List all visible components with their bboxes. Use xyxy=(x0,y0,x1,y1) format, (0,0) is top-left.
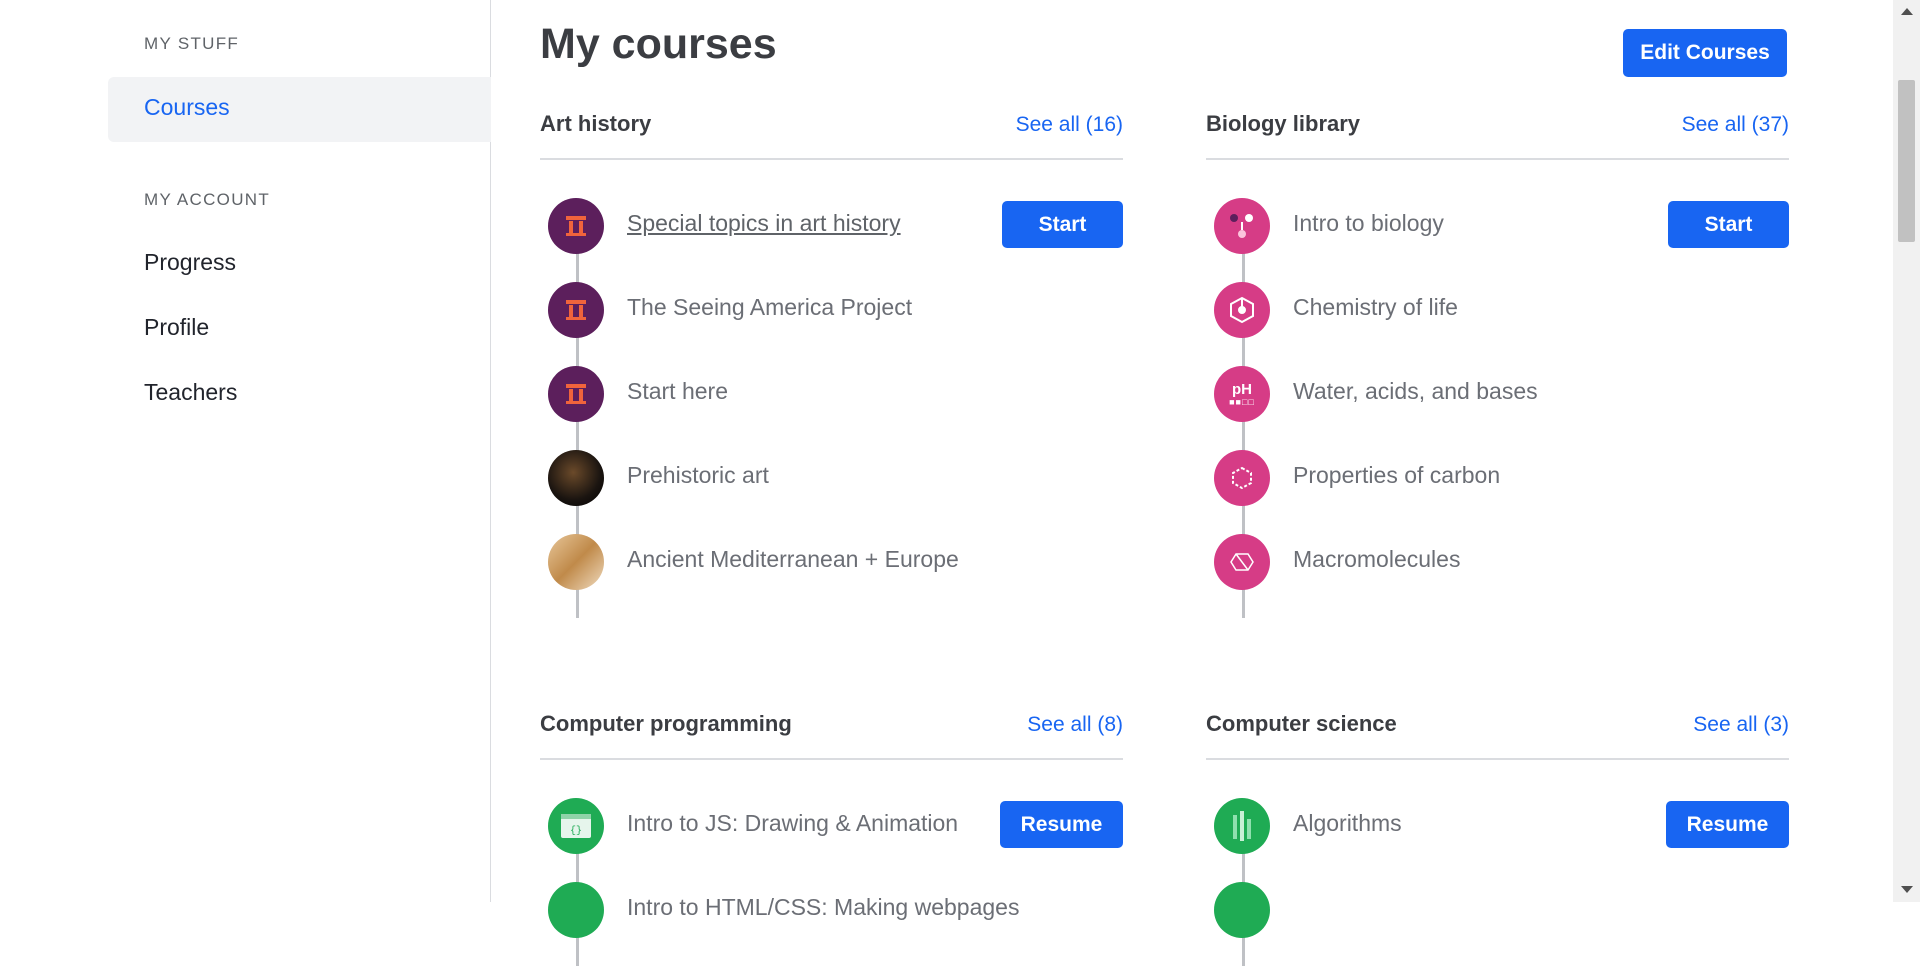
course-row: Macromolecules xyxy=(1206,534,1789,618)
main-content: My courses Edit Courses Art history See … xyxy=(540,0,1789,966)
sidebar: MY STUFF Courses MY ACCOUNT Progress Pro… xyxy=(0,0,491,902)
scrollbar-thumb[interactable] xyxy=(1898,80,1915,242)
course-row: Ancient Mediterranean + Europe xyxy=(540,534,1123,618)
see-all-link[interactable]: See all (8) xyxy=(1027,713,1123,737)
ph-icon: pH ■■□□ xyxy=(1214,366,1270,422)
molecule-icon xyxy=(1214,282,1270,338)
scroll-down-arrow-icon[interactable] xyxy=(1901,886,1913,893)
sidebar-item-teachers[interactable]: Teachers xyxy=(144,379,237,406)
course-link[interactable]: The Seeing America Project xyxy=(627,294,912,321)
course-row: Start here xyxy=(540,366,1123,450)
course-row: Intro to HTML/CSS: Making webpages xyxy=(540,882,1123,966)
course-row: Chemistry of life xyxy=(1206,282,1789,366)
see-all-link[interactable]: See all (16) xyxy=(1016,113,1123,137)
course-link[interactable]: Intro to JS: Drawing & Animation xyxy=(627,810,958,837)
sidebar-item-profile[interactable]: Profile xyxy=(144,314,209,341)
see-all-link[interactable]: See all (37) xyxy=(1682,113,1789,137)
panel-header: Computer programming See all (8) xyxy=(540,704,1123,760)
start-button[interactable]: Start xyxy=(1002,201,1123,248)
sidebar-item-courses[interactable]: Courses xyxy=(144,94,230,121)
course-row xyxy=(1206,882,1789,966)
course-link[interactable]: Algorithms xyxy=(1293,810,1402,837)
course-link[interactable]: Ancient Mediterranean + Europe xyxy=(627,546,959,573)
course-panel-computer-science: Computer science See all (3) Algorithms … xyxy=(1206,704,1789,966)
course-link[interactable]: Intro to HTML/CSS: Making webpages xyxy=(627,894,1019,921)
prehistoric-art-thumbnail xyxy=(548,450,604,506)
course-link[interactable]: Properties of carbon xyxy=(1293,462,1500,489)
carbon-ring-icon xyxy=(1214,450,1270,506)
section-label-my-account: MY ACCOUNT xyxy=(144,190,271,209)
course-row: Intro to biology Start xyxy=(1206,198,1789,308)
course-list: Special topics in art history Start The … xyxy=(540,198,1123,618)
course-row: {} Intro to JS: Drawing & Animation Resu… xyxy=(540,798,1123,908)
resume-button[interactable]: Resume xyxy=(1000,801,1123,848)
panel-header: Biology library See all (37) xyxy=(1206,104,1789,160)
pillar-icon xyxy=(548,366,604,422)
course-panel-art-history: Art history See all (16) Special topics … xyxy=(540,104,1123,618)
flower-icon xyxy=(1214,198,1270,254)
algorithm-bars-icon xyxy=(1214,798,1270,854)
course-link[interactable]: Special topics in art history xyxy=(627,210,901,237)
course-list: Algorithms Resume xyxy=(1206,798,1789,966)
course-panel-computer-programming: Computer programming See all (8) {} Intr… xyxy=(540,704,1123,966)
course-link[interactable]: Intro to biology xyxy=(1293,210,1444,237)
panel-title: Biology library xyxy=(1206,111,1361,136)
panel-title: Art history xyxy=(540,111,652,136)
ancient-art-thumbnail xyxy=(548,534,604,590)
start-button[interactable]: Start xyxy=(1668,201,1789,248)
course-link[interactable]: Prehistoric art xyxy=(627,462,769,489)
edit-courses-button[interactable]: Edit Courses xyxy=(1623,29,1787,77)
course-list: {} Intro to JS: Drawing & Animation Resu… xyxy=(540,798,1123,966)
course-row: Properties of carbon xyxy=(1206,450,1789,534)
course-link[interactable]: Chemistry of life xyxy=(1293,294,1458,321)
see-all-link[interactable]: See all (3) xyxy=(1693,713,1789,737)
vertical-scrollbar[interactable] xyxy=(1893,0,1920,902)
code-window-icon xyxy=(548,882,604,938)
course-list: Intro to biology Start Chemistry of life… xyxy=(1206,198,1789,618)
cs-icon xyxy=(1214,882,1270,938)
course-row: Prehistoric art xyxy=(540,450,1123,534)
panel-title: Computer science xyxy=(1206,711,1397,736)
pillar-icon xyxy=(548,198,604,254)
section-label-my-stuff: MY STUFF xyxy=(144,34,240,53)
macromolecule-icon xyxy=(1214,534,1270,590)
code-window-icon: {} xyxy=(548,798,604,854)
panel-header: Computer science See all (3) xyxy=(1206,704,1789,760)
pillar-icon xyxy=(548,282,604,338)
course-row: pH ■■□□ Water, acids, and bases xyxy=(1206,366,1789,450)
scroll-up-arrow-icon[interactable] xyxy=(1901,8,1913,15)
sidebar-item-progress[interactable]: Progress xyxy=(144,249,236,276)
course-row: Special topics in art history Start xyxy=(540,198,1123,308)
panel-header: Art history See all (16) xyxy=(540,104,1123,160)
course-row: The Seeing America Project xyxy=(540,282,1123,366)
svg-text:{}: {} xyxy=(570,825,582,837)
course-panel-biology-library: Biology library See all (37) Intro to bi… xyxy=(1206,104,1789,618)
course-link[interactable]: Water, acids, and bases xyxy=(1293,378,1538,405)
course-link[interactable]: Macromolecules xyxy=(1293,546,1460,573)
panel-title: Computer programming xyxy=(540,711,792,736)
course-row: Algorithms Resume xyxy=(1206,798,1789,908)
page-title: My courses xyxy=(540,20,777,68)
resume-button[interactable]: Resume xyxy=(1666,801,1789,848)
course-link[interactable]: Start here xyxy=(627,378,728,405)
